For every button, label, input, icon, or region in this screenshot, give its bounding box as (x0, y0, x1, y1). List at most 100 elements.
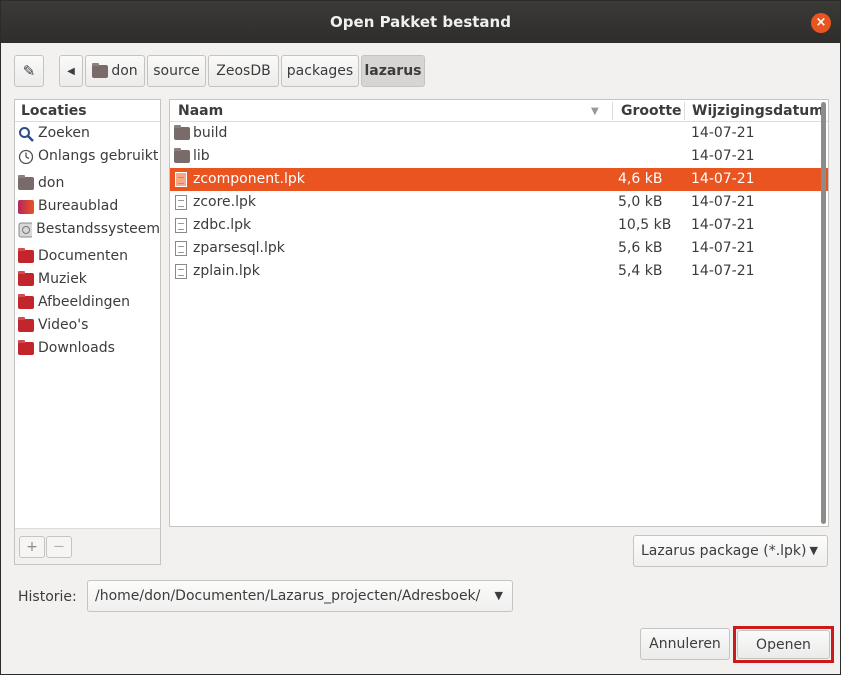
folder-icon (174, 147, 190, 163)
desktop-icon (18, 199, 34, 214)
home-folder-icon (92, 62, 109, 78)
path-back-button[interactable]: ◀ (59, 55, 83, 87)
open-button[interactable]: Openen (737, 630, 830, 659)
place-bestandssysteem[interactable]: Bestandssysteem (15, 218, 160, 241)
home-folder-icon (18, 175, 34, 190)
remove-place-button[interactable]: — (46, 536, 72, 558)
file-modified: 14-07-21 (691, 217, 755, 233)
open-label: Openen (756, 636, 811, 653)
file-name: zdbc.lpk (193, 217, 252, 233)
column-header-size[interactable]: Grootte (621, 100, 683, 122)
cancel-label: Annuleren (649, 636, 721, 652)
file-icon (175, 240, 187, 256)
breadcrumb-don[interactable]: don (85, 55, 145, 87)
places-header: Locaties (15, 100, 160, 122)
file-modified: 14-07-21 (691, 263, 755, 279)
title-bar: Open Pakket bestand × (1, 1, 840, 43)
videos-folder-icon (18, 317, 34, 332)
history-combo[interactable]: /home/don/Documenten/Lazarus_projecten/A… (87, 580, 513, 612)
file-modified: 14-07-21 (691, 194, 755, 210)
breadcrumb-packages[interactable]: packages (281, 55, 359, 87)
breadcrumb-source[interactable]: source (147, 55, 206, 87)
file-row-zplain[interactable]: zplain.lpk 5,4 kB 14-07-21 (170, 260, 828, 283)
breadcrumb-zeosdb[interactable]: ZeosDB (208, 55, 279, 87)
window-title: Open Pakket bestand (330, 13, 511, 31)
place-label: Onlangs gebruikt (38, 148, 159, 164)
file-name: build (193, 125, 228, 141)
place-zoeken[interactable]: Zoeken (15, 122, 160, 145)
file-row-lib[interactable]: lib 14-07-21 (170, 145, 828, 168)
place-muziek[interactable]: Muziek (15, 268, 160, 291)
file-row-zparsesql[interactable]: zparsesql.lpk 5,6 kB 14-07-21 (170, 237, 828, 260)
file-modified: 14-07-21 (691, 148, 755, 164)
place-label: Zoeken (38, 125, 90, 141)
scrollbar-thumb[interactable] (821, 102, 826, 524)
cancel-button[interactable]: Annuleren (640, 628, 730, 660)
file-row-zdbc[interactable]: zdbc.lpk 10,5 kB 14-07-21 (170, 214, 828, 237)
file-size: 10,5 kB (618, 217, 672, 233)
file-modified: 14-07-21 (691, 240, 755, 256)
sort-arrow-icon: ▼ (591, 106, 599, 117)
breadcrumb-label: don (111, 63, 138, 79)
edit-location-button[interactable]: ✎ (14, 55, 44, 87)
breadcrumb-label: packages (286, 63, 354, 79)
downloads-folder-icon (18, 340, 34, 355)
place-videos[interactable]: Video's (15, 314, 160, 337)
file-icon (175, 217, 187, 233)
file-row-zcore[interactable]: zcore.lpk 5,0 kB 14-07-21 (170, 191, 828, 214)
pictures-folder-icon (18, 294, 34, 309)
music-folder-icon (18, 271, 34, 286)
place-label: Afbeeldingen (38, 294, 131, 310)
place-downloads[interactable]: Downloads (15, 337, 160, 360)
column-label: Naam (178, 103, 224, 119)
place-label: don (38, 175, 65, 191)
place-label: Bestandssysteem (36, 221, 160, 237)
file-list-header: Naam ▼ Grootte Wijzigingsdatum (170, 100, 828, 122)
place-label: Bureaublad (38, 198, 119, 214)
file-size: 5,4 kB (618, 263, 663, 279)
place-documenten[interactable]: Documenten (15, 245, 160, 268)
history-label: Historie: (18, 589, 77, 605)
close-button[interactable]: × (811, 13, 831, 33)
file-name: zcomponent.lpk (193, 171, 305, 187)
vertical-scrollbar[interactable] (821, 102, 826, 524)
place-don[interactable]: don (15, 172, 160, 195)
place-bureaublad[interactable]: Bureaublad (15, 195, 160, 218)
places-sidebar: Locaties Zoeken Onlangs gebruikt don Bur… (14, 99, 161, 565)
history-value: /home/don/Documenten/Lazarus_projecten/A… (95, 588, 481, 604)
breadcrumb-label: source (153, 63, 200, 79)
places-footer: + — (15, 528, 160, 564)
file-row-build[interactable]: build 14-07-21 (170, 122, 828, 145)
place-label: Downloads (38, 340, 115, 356)
file-name: zplain.lpk (193, 263, 260, 279)
place-label: Muziek (38, 271, 87, 287)
file-row-zcomponent[interactable]: zcomponent.lpk 4,6 kB 14-07-21 (170, 168, 828, 191)
place-onlangs-gebruikt[interactable]: Onlangs gebruikt (15, 145, 160, 168)
dropdown-arrow-icon: ▼ (809, 544, 818, 557)
file-icon (175, 263, 187, 279)
file-type-filter[interactable]: Lazarus package (*.lpk) ▼ (633, 535, 828, 567)
add-place-button[interactable]: + (19, 536, 45, 558)
column-header-name[interactable]: Naam (178, 100, 608, 122)
recent-icon (18, 149, 34, 164)
file-icon (175, 171, 187, 187)
minus-icon: — (54, 541, 64, 552)
file-name: zcore.lpk (193, 194, 257, 210)
breadcrumb-lazarus[interactable]: lazarus (361, 55, 425, 87)
drive-icon (18, 222, 33, 237)
filter-value: Lazarus package (*.lpk) (641, 543, 807, 559)
file-open-dialog: Open Pakket bestand × ✎ ◀ don source Zeo… (0, 0, 841, 675)
open-button-highlight: Openen (733, 626, 834, 663)
documents-folder-icon (18, 248, 34, 263)
pencil-icon: ✎ (22, 62, 36, 80)
file-size: 5,0 kB (618, 194, 663, 210)
column-label: Wijzigingsdatum (692, 103, 824, 119)
place-afbeeldingen[interactable]: Afbeeldingen (15, 291, 160, 314)
folder-icon (174, 124, 190, 140)
breadcrumb-label: lazarus (364, 63, 422, 79)
file-size: 5,6 kB (618, 240, 663, 256)
plus-icon: + (26, 539, 38, 555)
column-header-modified[interactable]: Wijzigingsdatum (692, 100, 824, 122)
file-modified: 14-07-21 (691, 171, 755, 187)
file-icon (175, 194, 187, 210)
